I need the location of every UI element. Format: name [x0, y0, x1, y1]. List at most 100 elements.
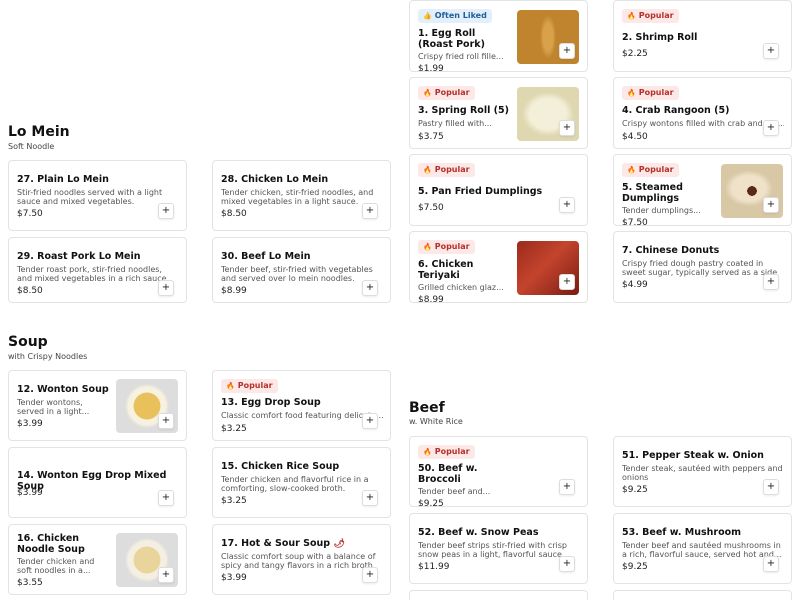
item-description: Classic comfort food featuring delicate.… [221, 411, 383, 420]
menu-item-wonton-egg-drop-mixed-soup[interactable]: 14. Wonton Egg Drop Mixed Soup $3.99 + [8, 447, 187, 518]
item-description: Tender beef and... [418, 487, 491, 496]
fire-icon: 🔥 [627, 89, 636, 97]
add-to-cart-button[interactable]: + [763, 120, 779, 136]
item-price: $3.99 [17, 419, 43, 429]
add-to-cart-button[interactable]: + [362, 280, 378, 296]
popular-badge: 🔥 Popular [418, 240, 475, 254]
item-name: 17. Hot & Sour Soup 🌶 [221, 538, 345, 549]
add-to-cart-button[interactable]: + [559, 274, 575, 290]
add-to-cart-button[interactable]: + [559, 120, 575, 136]
item-name: 6. Chicken Teriyaki [418, 259, 474, 281]
menu-item-shrimp-roll[interactable]: 🔥 Popular 2. Shrimp Roll $2.25 + [613, 0, 792, 72]
popular-badge: 🔥 Popular [418, 86, 475, 100]
item-description: Tender beef, stir-fried with vegetables … [221, 265, 373, 283]
menu-item-beef-mushroom[interactable]: 53. Beef w. Mushroom Tender beef and sau… [613, 513, 792, 584]
item-description: Tender chicken and flavorful rice in a c… [221, 475, 369, 493]
add-to-cart-button[interactable]: + [362, 490, 378, 506]
add-to-cart-button[interactable]: + [559, 479, 575, 495]
item-description: Tender steak, sautéed with peppers and o… [622, 464, 783, 482]
item-price: $8.50 [221, 209, 247, 219]
menu-page: 👍 Often Liked 1. Egg Roll (Roast Pork) Cr… [0, 0, 800, 600]
item-description: Tender beef and sautéed mushrooms in a r… [622, 541, 782, 559]
item-price: $9.25 [418, 499, 444, 507]
item-price: $3.55 [17, 578, 43, 588]
menu-item-chicken-rice-soup[interactable]: 15. Chicken Rice Soup Tender chicken and… [212, 447, 391, 518]
menu-item-partial[interactable] [613, 590, 792, 600]
add-to-cart-button[interactable]: + [158, 280, 174, 296]
item-description: Stir-fried noodles served with a light s… [17, 188, 163, 206]
menu-item-chicken-teriyaki[interactable]: 🔥 Popular 6. Chicken Teriyaki Grilled chi… [409, 231, 588, 303]
popular-badge: 🔥 Popular [622, 9, 679, 23]
item-description: Grilled chicken glaz... [418, 283, 504, 292]
item-price: $7.50 [17, 209, 43, 219]
add-to-cart-button[interactable]: + [763, 43, 779, 59]
section-title-beef: Beef [409, 400, 445, 416]
add-to-cart-button[interactable]: + [559, 197, 575, 213]
popular-badge: 🔥 Popular [622, 86, 679, 100]
menu-item-egg-roll[interactable]: 👍 Often Liked 1. Egg Roll (Roast Pork) Cr… [409, 0, 588, 72]
menu-item-beef-broccoli[interactable]: 🔥 Popular 50. Beef w. Broccoli Tender bee… [409, 436, 588, 507]
menu-item-egg-drop-soup[interactable]: 🔥 Popular 13. Egg Drop Soup Classic comfo… [212, 370, 391, 441]
menu-item-pepper-steak-onion[interactable]: 51. Pepper Steak w. Onion Tender steak, … [613, 436, 792, 507]
menu-item-chinese-donuts[interactable]: 7. Chinese Donuts Crispy fried dough pas… [613, 231, 792, 303]
menu-item-crab-rangoon[interactable]: 🔥 Popular 4. Crab Rangoon (5) Crispy wont… [613, 77, 792, 149]
item-name: 3. Spring Roll (5) [418, 105, 509, 116]
item-price: $2.25 [622, 49, 648, 59]
item-name: 52. Beef w. Snow Peas [418, 527, 539, 538]
add-to-cart-button[interactable]: + [158, 490, 174, 506]
add-to-cart-button[interactable]: + [158, 567, 174, 583]
add-to-cart-button[interactable]: + [763, 556, 779, 572]
item-description: Crispy fried dough pastry coated in swee… [622, 259, 778, 277]
add-to-cart-button[interactable]: + [158, 413, 174, 429]
item-price: $9.25 [622, 562, 648, 572]
menu-item-roast-pork-lo-mein[interactable]: 29. Roast Pork Lo Mein Tender roast pork… [8, 237, 187, 303]
item-name: 2. Shrimp Roll [622, 32, 698, 43]
item-price: $11.99 [418, 562, 450, 572]
item-price: $3.99 [17, 488, 43, 498]
add-to-cart-button[interactable]: + [559, 556, 575, 572]
menu-item-plain-lo-mein[interactable]: 27. Plain Lo Mein Stir-fried noodles ser… [8, 160, 187, 231]
item-price: $8.99 [418, 295, 444, 303]
add-to-cart-button[interactable]: + [158, 203, 174, 219]
fire-icon: 🔥 [627, 12, 636, 20]
item-price: $1.99 [418, 64, 444, 72]
section-subtitle-soup: with Crispy Noodles [8, 352, 88, 361]
item-description: Tender dumplings... [622, 206, 701, 215]
menu-item-hot-sour-soup[interactable]: 17. Hot & Sour Soup 🌶 Classic comfort so… [212, 524, 391, 595]
item-name: 1. Egg Roll (Roast Pork) [418, 28, 485, 50]
menu-item-steamed-dumplings[interactable]: 🔥 Popular 5. Steamed Dumplings Tender dum… [613, 154, 792, 226]
item-name: 29. Roast Pork Lo Mein [17, 251, 141, 262]
popular-badge: 🔥 Popular [622, 163, 679, 177]
item-description: Pastry filled with... [418, 119, 492, 128]
item-description: Crispy fried roll fille... [418, 52, 504, 61]
item-price: $3.75 [418, 132, 444, 142]
item-price: $4.99 [622, 280, 648, 290]
add-to-cart-button[interactable]: + [362, 413, 378, 429]
add-to-cart-button[interactable]: + [362, 203, 378, 219]
menu-item-wonton-soup[interactable]: 12. Wonton Soup Tender wontons, served i… [8, 370, 187, 441]
item-description: Classic comfort soup with a balance of s… [221, 552, 376, 570]
menu-item-chicken-lo-mein[interactable]: 28. Chicken Lo Mein Tender chicken, stir… [212, 160, 391, 231]
pepper-icon: 🌶 [333, 539, 345, 549]
item-name: 12. Wonton Soup [17, 384, 109, 395]
add-to-cart-button[interactable]: + [559, 43, 575, 59]
item-name: 5. Pan Fried Dumplings [418, 186, 543, 197]
add-to-cart-button[interactable]: + [763, 197, 779, 213]
add-to-cart-button[interactable]: + [763, 479, 779, 495]
item-description: Tender chicken, stir-fried noodles, and … [221, 188, 374, 206]
fire-icon: 🔥 [423, 448, 432, 456]
menu-item-chicken-noodle-soup[interactable]: 16. Chicken Noodle Soup Tender chicken a… [8, 524, 187, 595]
menu-item-beef-lo-mein[interactable]: 30. Beef Lo Mein Tender beef, stir-fried… [212, 237, 391, 303]
fire-icon: 🔥 [226, 382, 235, 390]
item-name: 51. Pepper Steak w. Onion [622, 450, 764, 461]
add-to-cart-button[interactable]: + [362, 567, 378, 583]
menu-item-pan-fried-dumplings[interactable]: 🔥 Popular 5. Pan Fried Dumplings $7.50 + [409, 154, 588, 226]
fire-icon: 🔥 [423, 166, 432, 174]
popular-badge: 🔥 Popular [418, 445, 475, 459]
section-subtitle-lo-mein: Soft Noodle [8, 142, 55, 151]
menu-item-spring-roll[interactable]: 🔥 Popular 3. Spring Roll (5) Pastry fille… [409, 77, 588, 149]
add-to-cart-button[interactable]: + [763, 274, 779, 290]
menu-item-beef-snow-peas[interactable]: 52. Beef w. Snow Peas Tender beef strips… [409, 513, 588, 584]
menu-item-partial[interactable] [409, 590, 588, 600]
item-price: $3.99 [221, 573, 247, 583]
